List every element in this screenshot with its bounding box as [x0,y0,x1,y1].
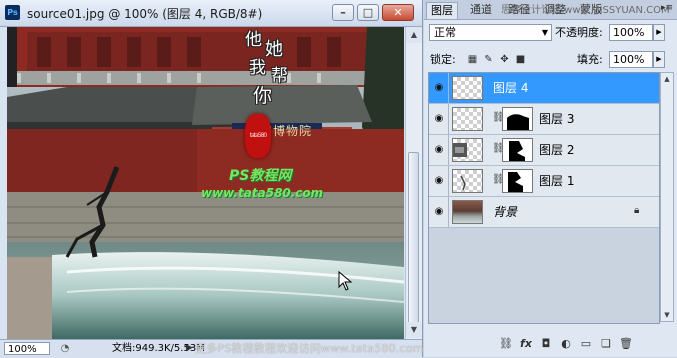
layers-scrollbar[interactable]: ▲ ▼ [660,72,674,322]
layer-thumbnail [452,169,483,193]
calligraphy-block: 他 她 我 帮 你 [243,27,295,117]
zoom-field[interactable]: 100% [4,342,50,355]
eye-icon[interactable]: ◉ [432,80,446,96]
mask-shape [509,141,525,161]
image-canvas[interactable]: 他 她 我 帮 你 故宫博物院 tata580 PS教程网 www.tata58… [7,27,404,339]
vertical-scrollbar[interactable]: ▲ ▼ [405,27,422,339]
thumb-shape [460,175,466,191]
document-titlebar[interactable]: Ps source01.jpg @ 100% (图层 4, RGB/8#) – … [0,0,422,27]
maximize-button[interactable]: □ [357,4,379,21]
opacity-slider-arrow-icon[interactable]: ▶ [653,24,665,41]
lock-transparent-icon[interactable]: ▦ [466,53,479,66]
document-window: Ps source01.jpg @ 100% (图层 4, RGB/8#) – … [0,0,423,358]
layer-row[interactable]: ◉ 图层 4 [429,73,659,104]
tab-layers[interactable]: 图层 [426,2,458,19]
watermark-line1: PS教程网 [229,168,292,184]
document-title: source01.jpg @ 100% (图层 4, RGB/8#) [27,7,263,21]
status-menu-arrow-icon[interactable]: ▶ [186,342,193,355]
lock-label: 锁定: [430,53,456,66]
layers-footer: ⛓ fx ◘ ◐ ▭ ❏ 🗑︎ [424,333,677,357]
layers-list: ◉ 图层 4 ◉ ⛓ 图层 3 ◉ ⛓ 图层 2 ◉ ⛓ 图层 1 ◉ 背景 🔒… [428,72,660,324]
link-layers-icon[interactable]: ⛓ [498,336,514,352]
layer-row[interactable]: ◉ ⛓ 图层 3 [429,104,659,135]
fx-icon[interactable]: fx [518,336,534,352]
layer-row[interactable]: ◉ ⛓ 图层 2 [429,135,659,166]
close-icon: ✕ [393,6,403,19]
layer-thumbnail [452,107,483,131]
layer-thumbnail [452,76,483,100]
maximize-icon: □ [362,6,374,19]
layer-name: 图层 2 [539,143,575,157]
add-mask-icon[interactable]: ◘ [538,336,554,352]
eye-icon[interactable]: ◉ [432,173,446,189]
lock-image-icon[interactable]: ✎ [482,53,495,66]
eye-icon[interactable]: ◉ [432,204,446,220]
layers-panel: 图层 通道 路径 调整 蒙版 思缘设计论坛 www.MISSYUAN.COM ▸… [424,0,677,357]
scroll-thumb[interactable] [408,152,419,330]
calligraphy-char: 她 [265,39,283,60]
fill-label: 填充: [577,53,603,66]
status-clock-icon: ◔ [60,343,70,354]
layer-name: 图层 4 [493,81,529,95]
layer-name: 图层 3 [539,112,575,126]
layer-mask-thumbnail[interactable] [502,169,533,193]
layer-row[interactable]: ◉ 背景 🔒︎ [429,197,659,228]
eye-icon[interactable]: ◉ [432,142,446,158]
layer-name: 图层 1 [539,174,575,188]
blend-mode-select[interactable]: 正常 ▼ [429,24,552,41]
panel-menu-icon[interactable]: ▸≡ [661,3,673,13]
scroll-up-icon[interactable]: ▲ [661,73,673,85]
layer-thumbnail [452,138,483,162]
calligraphy-char: 他 [245,30,262,50]
layer-mask-thumbnail[interactable] [502,138,533,162]
layer-thumbnail [452,200,483,224]
seal-text: tata580 [249,132,268,139]
blend-mode-value: 正常 [434,26,456,39]
mask-shape [508,172,523,192]
divider [448,104,449,134]
lock-icon: 🔒︎ [634,205,640,216]
thumb-shape [453,143,467,157]
new-layer-icon[interactable]: ❏ [598,336,614,352]
layer-name: 背景 [493,205,518,219]
fill-slider-arrow-icon[interactable]: ▶ [653,51,665,68]
scroll-up-icon[interactable]: ▲ [406,27,422,43]
lock-all-icon[interactable]: ■ [514,53,527,66]
divider [448,166,449,196]
watermark-line2: www.tata580.com [201,186,324,200]
divider [448,197,449,227]
opacity-label: 不透明度: [555,26,603,39]
divider [448,73,449,103]
top-watermark: 思缘设计论坛 www.MISSYUAN.COM [501,5,670,16]
opacity-field[interactable]: 100% [609,24,653,41]
divider [448,135,449,165]
canvas-artwork [7,27,404,339]
layer-mask-thumbnail[interactable] [502,107,533,131]
group-icon[interactable]: ▭ [578,336,594,352]
fill-field[interactable]: 100% [609,51,653,68]
delete-layer-icon[interactable]: 🗑︎ [618,336,634,352]
minimize-button[interactable]: – [332,4,354,21]
adjustment-layer-icon[interactable]: ◐ [558,336,574,352]
tab-channels[interactable]: 通道 [466,2,496,18]
mask-shape [507,114,529,130]
panel-tabs: 图层 通道 路径 调整 蒙版 思缘设计论坛 www.MISSYUAN.COM ▸… [424,0,677,20]
red-seal: tata580 [245,114,271,158]
eye-icon[interactable]: ◉ [432,111,446,127]
calligraphy-char: 帮 [271,66,288,86]
scroll-down-icon[interactable]: ▼ [661,309,673,321]
chevron-down-icon: ▼ [541,28,548,37]
calligraphy-char: 我 [249,58,266,78]
lock-position-icon[interactable]: ✥ [498,53,511,66]
close-button[interactable]: ✕ [382,4,414,21]
photoshop-app-icon: Ps [5,5,20,20]
scroll-down-icon[interactable]: ▼ [406,322,422,338]
layer-row[interactable]: ◉ ⛓ 图层 1 [429,166,659,197]
calligraphy-char: 你 [253,85,273,107]
minimize-icon: – [340,6,346,19]
